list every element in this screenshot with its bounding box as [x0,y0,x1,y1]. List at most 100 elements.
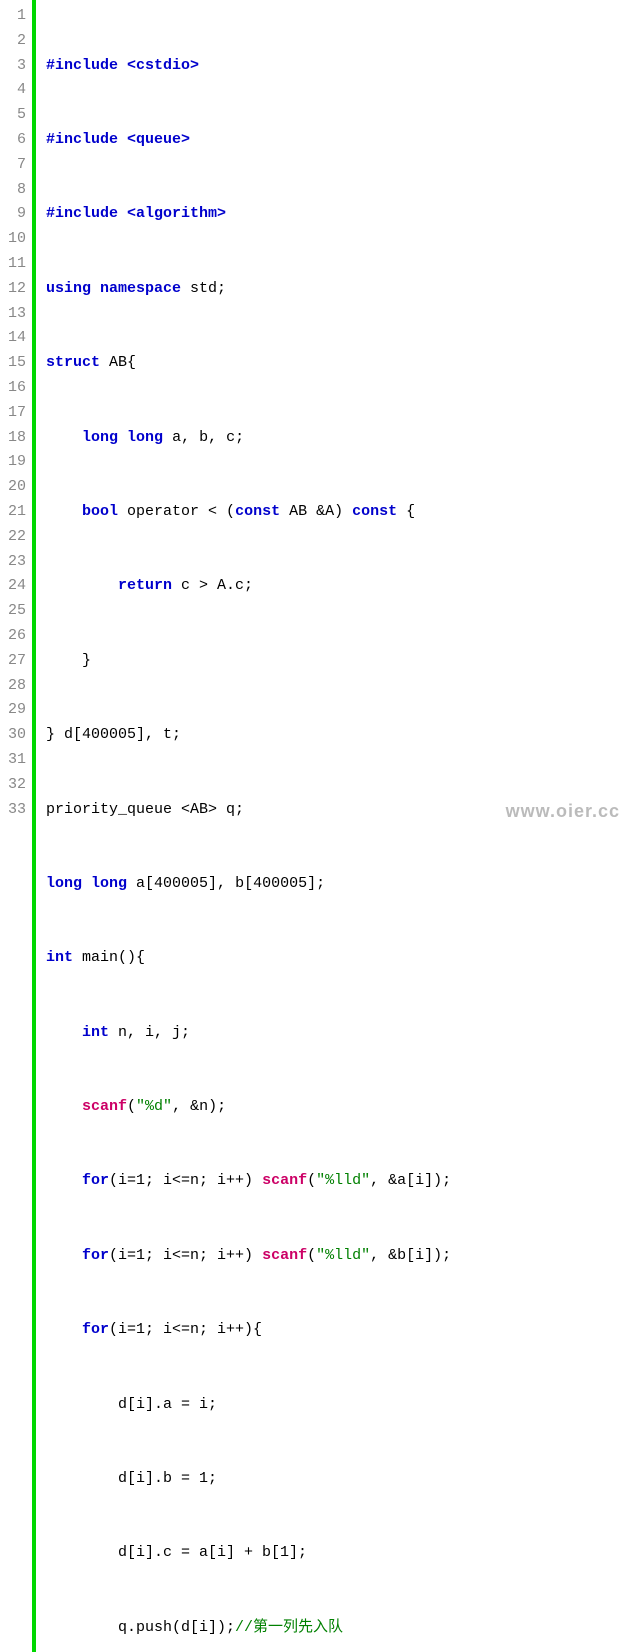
code-line: struct AB{ [46,351,451,376]
text: d[i].c = a[i] + b[1]; [46,1544,307,1561]
text: (i=1; i<=n; i++) [109,1247,262,1264]
code-line: int main(){ [46,946,451,971]
code-line: for(i=1; i<=n; i++) scanf("%lld", &b[i])… [46,1244,451,1269]
code-container: 1 2 3 4 5 6 7 8 9 10 11 12 13 14 15 16 1… [0,0,630,1652]
text [118,429,127,446]
code-line: int n, i, j; [46,1021,451,1046]
text: d[i].a = i; [46,1396,217,1413]
code-line: long long a[400005], b[400005]; [46,872,451,897]
keyword: long [91,875,127,892]
code-line: q.push(d[i]);//第一列先入队 [46,1616,451,1641]
text: std; [181,280,226,297]
comment: //第一列先入队 [235,1619,343,1636]
text [46,503,82,520]
text: ( [307,1247,316,1264]
line-number: 6 [4,128,26,153]
string: "%lld" [316,1247,370,1264]
text: { [397,503,415,520]
line-number: 3 [4,54,26,79]
keyword: int [82,1024,109,1041]
code-line: d[i].b = 1; [46,1467,451,1492]
keyword: struct [46,354,100,371]
line-number: 31 [4,748,26,773]
text: q.push(d[i]); [46,1619,235,1636]
line-number: 25 [4,599,26,624]
preprocessor: #include <algorithm> [46,205,226,222]
keyword: return [118,577,172,594]
preprocessor: #include <cstdio> [46,57,199,74]
line-number: 13 [4,302,26,327]
text: d[i].b = 1; [46,1470,217,1487]
text [46,1247,82,1264]
line-number: 7 [4,153,26,178]
code-line: #include <algorithm> [46,202,451,227]
text: , &b[i]); [370,1247,451,1264]
text [46,1098,82,1115]
line-number: 29 [4,698,26,723]
text [46,577,118,594]
line-number: 10 [4,227,26,252]
text: ( [307,1172,316,1189]
line-number: 8 [4,178,26,203]
preprocessor: #include <queue> [46,131,190,148]
line-number: 21 [4,500,26,525]
string: "%lld" [316,1172,370,1189]
keyword: long [82,429,118,446]
text: operator < ( [118,503,235,520]
text [46,1321,82,1338]
function: scanf [262,1247,307,1264]
line-number: 11 [4,252,26,277]
code-line: using namespace std; [46,277,451,302]
text [82,875,91,892]
string: "%d" [136,1098,172,1115]
text: (i=1; i<=n; i++){ [109,1321,262,1338]
line-number: 28 [4,674,26,699]
text [46,429,82,446]
code-line: return c > A.c; [46,574,451,599]
keyword: bool [82,503,118,520]
line-number-gutter: 1 2 3 4 5 6 7 8 9 10 11 12 13 14 15 16 1… [0,0,32,1652]
code-line: #include <cstdio> [46,54,451,79]
line-number: 32 [4,773,26,798]
text: ( [127,1098,136,1115]
line-number: 2 [4,29,26,54]
code-line: #include <queue> [46,128,451,153]
code-line: for(i=1; i<=n; i++) scanf("%lld", &a[i])… [46,1169,451,1194]
code-line: for(i=1; i<=n; i++){ [46,1318,451,1343]
line-number: 14 [4,326,26,351]
line-number: 18 [4,426,26,451]
line-number: 9 [4,202,26,227]
code-line: d[i].c = a[i] + b[1]; [46,1541,451,1566]
code-line: } d[400005], t; [46,723,451,748]
keyword: long [127,429,163,446]
code-line: d[i].a = i; [46,1393,451,1418]
line-number: 24 [4,574,26,599]
line-number: 17 [4,401,26,426]
line-number: 4 [4,78,26,103]
code-line: } [46,649,451,674]
line-number: 33 [4,798,26,823]
line-number: 26 [4,624,26,649]
line-number: 12 [4,277,26,302]
keyword: for [82,1247,109,1264]
keyword: int [46,949,73,966]
keyword: namespace [100,280,181,297]
line-number: 23 [4,550,26,575]
line-number: 30 [4,723,26,748]
text: AB &A) [280,503,352,520]
text: , &n); [172,1098,226,1115]
text: priority_queue <AB> q; [46,801,244,818]
line-number: 1 [4,4,26,29]
function: scanf [262,1172,307,1189]
code-line: priority_queue <AB> q; [46,798,451,823]
line-number: 16 [4,376,26,401]
function: scanf [82,1098,127,1115]
keyword: for [82,1321,109,1338]
line-number: 5 [4,103,26,128]
keyword: const [352,503,397,520]
keyword: long [46,875,82,892]
text: (i=1; i<=n; i++) [109,1172,262,1189]
keyword: const [235,503,280,520]
line-number: 15 [4,351,26,376]
code-line: scanf("%d", &n); [46,1095,451,1120]
